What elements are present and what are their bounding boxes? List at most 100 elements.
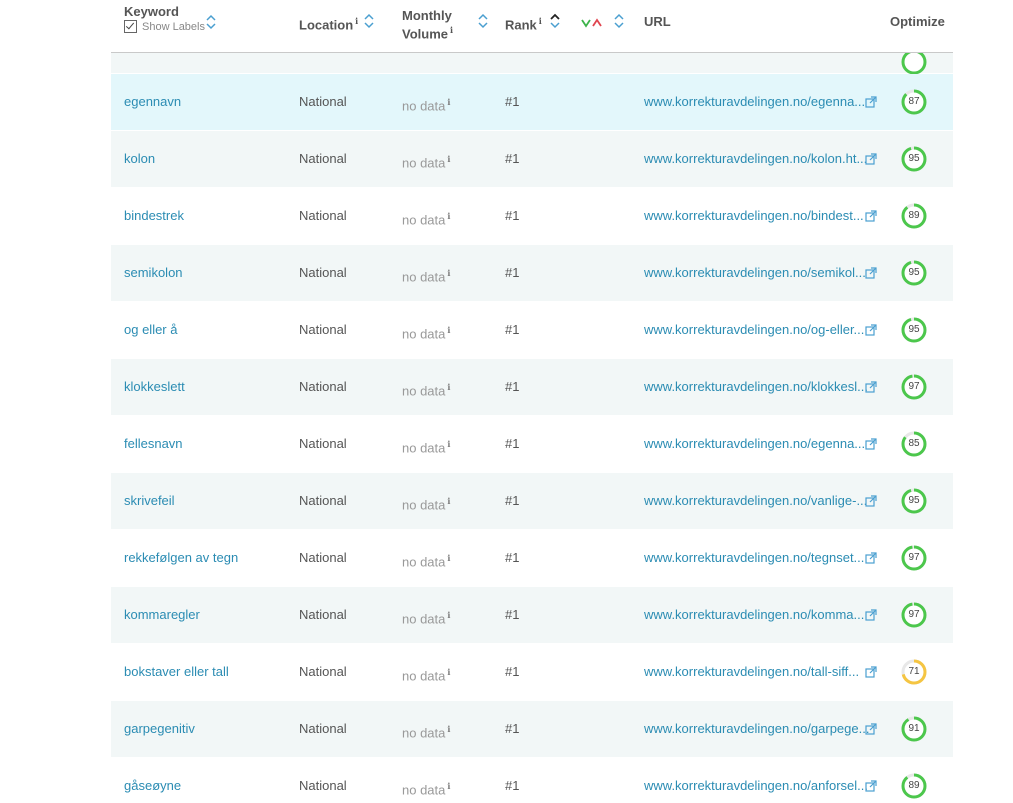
rank-column-header[interactable]: Rank i	[505, 16, 542, 32]
volume-sort-icon[interactable]	[477, 12, 489, 30]
url-link[interactable]: www.korrekturavdelingen.no/og-eller...	[644, 302, 864, 358]
show-labels-checkbox[interactable]	[124, 20, 137, 33]
table-row[interactable]: kolon National no data i #1 www.korrekturavde…	[111, 131, 953, 188]
volume-info-icon[interactable]: i	[447, 382, 450, 392]
location-column-header[interactable]: Location i	[299, 16, 358, 32]
table-row[interactable]: fellesnavn National no data i #1 www.korrektu…	[111, 416, 953, 473]
external-link-icon[interactable]	[865, 665, 877, 678]
table-row[interactable]: og eller å National no data i #1 www.korrektu…	[111, 302, 953, 359]
table-row[interactable]: skrivefeil National no data i #1 www.korrektu…	[111, 473, 953, 530]
external-link-icon[interactable]	[865, 152, 877, 165]
keyword-link[interactable]: klokkeslett	[124, 359, 185, 415]
url-link[interactable]: www.korrekturavdelingen.no/komma...	[644, 587, 864, 643]
url-link[interactable]: www.korrekturavdelingen.no/egenna...	[644, 74, 865, 130]
volume-info-icon[interactable]: i	[447, 781, 450, 791]
url-link[interactable]: www.korrekturavdelingen.no/garpege...	[644, 701, 869, 757]
volume-info-icon[interactable]: i	[447, 154, 450, 164]
table-row[interactable]: gåseøyne National no data i #1 www.korrektura…	[111, 758, 953, 803]
optimization-score-badge[interactable]: 91	[900, 715, 928, 743]
external-link-icon[interactable]	[865, 722, 877, 735]
table-row[interactable]: garpegenitiv National no data i #1 www.korrek…	[111, 701, 953, 758]
keyword-sort-icon[interactable]	[205, 13, 217, 31]
optimization-score-badge[interactable]: 89	[900, 772, 928, 800]
monthly-volume-column-header[interactable]: Monthly Volume i	[402, 8, 453, 41]
keyword-link[interactable]: bokstaver eller tall	[124, 644, 229, 700]
optimization-score-badge[interactable]: 89	[900, 202, 928, 230]
keyword-link[interactable]: bindestrek	[124, 188, 184, 244]
table-row[interactable]: kommaregler National no data i #1 www.korrekt…	[111, 587, 953, 644]
optimization-score-badge[interactable]: 97	[900, 373, 928, 401]
external-link-icon[interactable]	[865, 494, 877, 507]
optimization-score-badge[interactable]: 97	[900, 601, 928, 629]
keyword-link[interactable]: fellesnavn	[124, 416, 183, 472]
keyword-link[interactable]: semikolon	[124, 245, 183, 301]
optimization-score-badge[interactable]: 97	[900, 544, 928, 572]
volume-info-icon[interactable]: i	[447, 724, 450, 734]
keyword-link[interactable]: egennavn	[124, 74, 181, 130]
volume-value: no data i	[402, 302, 450, 358]
location-value: National	[299, 607, 347, 622]
location-sort-icon[interactable]	[363, 12, 375, 30]
external-link-icon[interactable]	[865, 323, 877, 336]
keyword-link[interactable]: gåseøyne	[124, 758, 181, 803]
volume-info-icon[interactable]: i	[447, 610, 450, 620]
volume-info-icon[interactable]: i	[450, 25, 453, 35]
url-link[interactable]: www.korrekturavdelingen.no/kolon.ht...	[644, 131, 867, 187]
volume-info-icon[interactable]: i	[447, 211, 450, 221]
show-labels-toggle[interactable]: Show Labels	[124, 20, 205, 33]
location-value: National	[299, 550, 347, 565]
keyword-column-header[interactable]: Keyword	[124, 4, 179, 19]
external-link-icon[interactable]	[865, 608, 877, 621]
optimization-score-badge[interactable]: 95	[900, 487, 928, 515]
external-link-icon[interactable]	[865, 437, 877, 450]
table-row[interactable]: rekkefølgen av tegn National no data i #1 www…	[111, 530, 953, 587]
volume-text: no data	[402, 782, 446, 798]
rank-info-icon[interactable]: i	[539, 16, 542, 26]
keyword-link[interactable]: garpegenitiv	[124, 701, 195, 757]
url-link[interactable]: www.korrekturavdelingen.no/tegnset...	[644, 530, 864, 586]
rank-value: #1	[505, 664, 520, 679]
url-link[interactable]: www.korrekturavdelingen.no/tall-siff...	[644, 644, 859, 700]
external-link-icon[interactable]	[865, 266, 877, 279]
optimization-score-badge[interactable]: 87	[900, 88, 928, 116]
volume-info-icon[interactable]: i	[447, 553, 450, 563]
optimization-score-badge[interactable]: 95	[900, 145, 928, 173]
url-link[interactable]: www.korrekturavdelingen.no/bindest...	[644, 188, 864, 244]
external-link-icon[interactable]	[865, 380, 877, 393]
keyword-link[interactable]: skrivefeil	[124, 473, 175, 529]
external-link-icon[interactable]	[865, 551, 877, 564]
location-value: National	[299, 778, 347, 793]
trend-sort-icon[interactable]	[613, 12, 625, 30]
external-link-icon[interactable]	[865, 779, 877, 792]
url-link[interactable]: www.korrekturavdelingen.no/egenna...	[644, 416, 865, 472]
volume-text: no data	[402, 725, 446, 741]
optimization-score-badge[interactable]: 71	[900, 658, 928, 686]
keyword-link[interactable]: kommaregler	[124, 587, 200, 643]
url-link[interactable]: www.korrekturavdelingen.no/klokkesl...	[644, 359, 868, 415]
volume-info-icon[interactable]: i	[447, 97, 450, 107]
keyword-link[interactable]: rekkefølgen av tegn	[124, 530, 238, 586]
url-link[interactable]: www.korrekturavdelingen.no/anforsel...	[644, 758, 868, 803]
location-info-icon[interactable]: i	[355, 16, 358, 26]
optimization-score-badge[interactable]: 95	[900, 316, 928, 344]
table-row[interactable]: egennavn National no data i #1 www.korrektura…	[111, 74, 953, 131]
keyword-link[interactable]: kolon	[124, 131, 155, 187]
rank-sort-icon[interactable]	[549, 12, 561, 30]
volume-info-icon[interactable]: i	[447, 496, 450, 506]
external-link-icon[interactable]	[865, 95, 877, 108]
table-row[interactable]: bindestrek National no data i #1 www.korrektu…	[111, 188, 953, 245]
table-row[interactable]: klokkeslett National no data i #1 www.korrekt…	[111, 359, 953, 416]
table-row[interactable]: bokstaver eller tall National no data i #1 ww…	[111, 644, 953, 701]
url-link[interactable]: www.korrekturavdelingen.no/semikol...	[644, 245, 866, 301]
volume-info-icon[interactable]: i	[447, 439, 450, 449]
optimization-score-badge[interactable]: 95	[900, 259, 928, 287]
table-row[interactable]: semikolon National no data i #1 www.korrektur…	[111, 245, 953, 302]
volume-value: no data i	[402, 416, 450, 472]
keyword-link[interactable]: og eller å	[124, 302, 177, 358]
volume-info-icon[interactable]: i	[447, 325, 450, 335]
optimization-score-badge[interactable]: 85	[900, 430, 928, 458]
url-link[interactable]: www.korrekturavdelingen.no/vanlige-...	[644, 473, 867, 529]
volume-info-icon[interactable]: i	[447, 667, 450, 677]
volume-info-icon[interactable]: i	[447, 268, 450, 278]
external-link-icon[interactable]	[865, 209, 877, 222]
